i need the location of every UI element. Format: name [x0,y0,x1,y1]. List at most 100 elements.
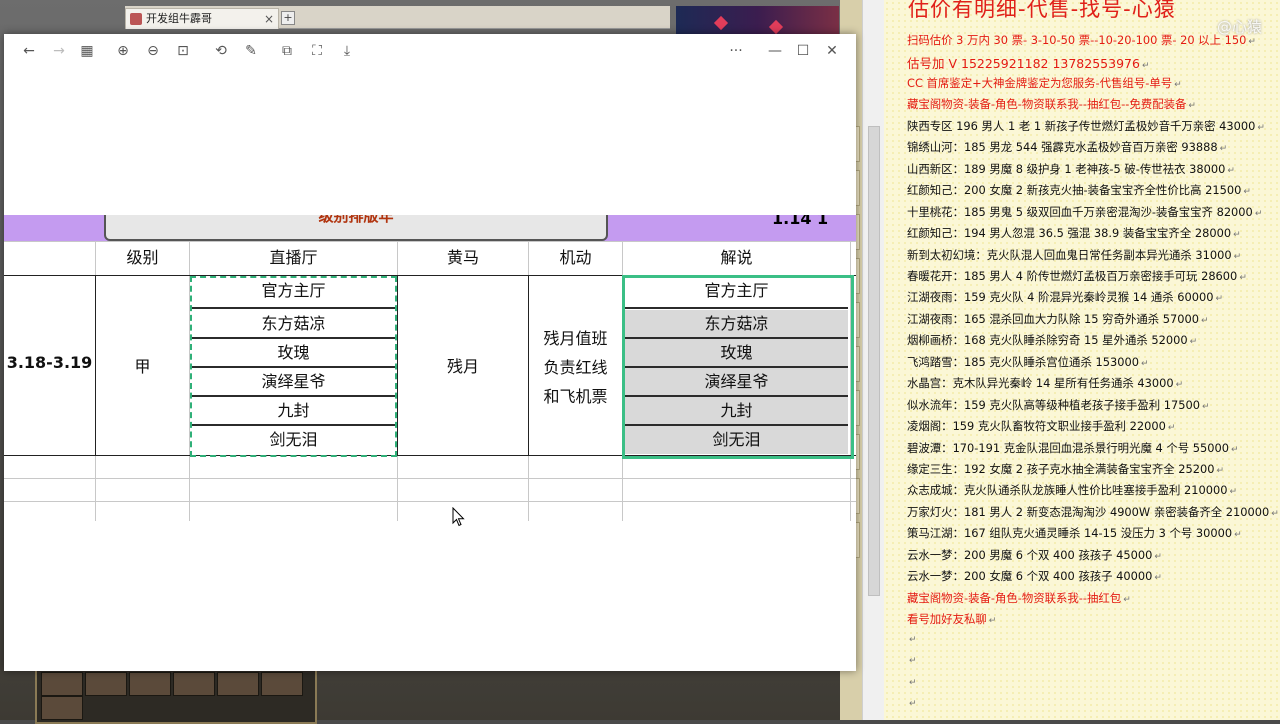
paragraph-mark-icon: ↵ [1215,294,1224,305]
save-icon[interactable]: ⤓ [338,42,356,60]
paragraph-mark-icon: ↵ [1230,444,1239,455]
note-line: 江湖夜雨：159 克火队 4 阶混异光秦岭灵猴 14 通杀 60000 ↵ [907,289,1223,305]
jidong-line: 负责红线 [543,358,608,377]
note-line: 策马江湖：167 组队克火通灵睡杀 14-15 没压力 3 个号 30000 ↵ [907,525,1242,541]
heart-icon [713,15,729,31]
note-line: 万家灯火：181 男人 2 新变态混淘淘沙 4900W 亲密装备齐全 21000… [907,504,1279,520]
new-tab-button[interactable]: + [281,11,295,25]
sheet-title: 级别排版年 [318,215,394,225]
note-line: 春暖花开：185 男人 4 阶传世燃灯孟极百万亲密接手可玩 28600 ↵ [907,268,1247,284]
note-line-text: 烟柳画桥：168 克火队睡杀除穷奇 15 星外通杀 52000 [907,333,1188,348]
grid-line [4,478,856,479]
paragraph-mark-icon: ↵ [1229,487,1238,498]
paragraph-mark-icon: ↵ [1216,466,1225,476]
note-line-text: 万家灯火：181 男人 2 新变态混淘淘沙 4900W 亲密装备齐全 21000… [907,504,1270,519]
schedule-sheet-image: 级别排版年 1.14 1 级别 直播厅 黄马 机动 解说 3.18-3.19 甲… [4,215,856,521]
edit-icon[interactable]: ✎ [242,42,260,60]
paragraph-mark-icon: ↵ [1233,230,1241,241]
app-icon [130,13,142,25]
note-line-text: 估号加 V 15225921182 13782553976 [907,56,1140,72]
back-icon[interactable]: ← [20,42,38,60]
header-level: 级别 [126,248,159,267]
close-icon[interactable]: ✕ [823,42,841,60]
paragraph-mark-icon: ↵ [1175,380,1184,391]
maximize-icon[interactable]: ☐ [794,42,812,60]
note-line-text: 碧波潭：170-191 克金队混回血混杀景行明光魔 4 个号 55000 [907,440,1229,455]
note-line: 云水一梦：200 男魔 6 个双 400 孩孩子 45000 ↵ [907,547,1162,563]
rotate-icon[interactable]: ⟲ [212,42,230,60]
note-line: 锦绣山河：185 男龙 544 强霹克水孟极妙音百万亲密 93888 ↵ [907,139,1227,155]
note-line: 看号加好友私聊 ↵ [907,611,996,627]
paragraph-mark-icon: ↵ [1201,315,1209,326]
jidong-cell: 残月值班 负责红线 和飞机票 [529,324,622,411]
viewer-toolbar: ← → ▦ ⊕ ⊖ ⊡ ⟲ ✎ ⧉ ⛶ ⤓ ··· — ☐ ✕ [4,34,856,70]
image-viewer-window: ← → ▦ ⊕ ⊖ ⊡ ⟲ ✎ ⧉ ⛶ ⤓ ··· — ☐ ✕ 级别排版年 1.… [4,34,856,671]
paragraph-mark-icon: ↵ [1271,508,1279,519]
minimize-icon[interactable]: — [766,42,784,60]
jidong-line: 残月值班 [543,329,608,348]
paragraph-mark-icon: ↵ [1154,573,1162,584]
note-line-text: 云水一梦：200 女魔 6 个双 400 孩孩子 40000 [907,569,1153,584]
inventory-slot [41,672,83,696]
close-icon[interactable]: × [264,9,274,29]
note-line: 红颜知己：200 女魔 2 新孩克火抽-装备宝宝齐全性价比高 21500 ↵ [907,182,1251,198]
paragraph-mark-icon: ↵ [1123,594,1131,605]
note-line: 水晶宫：克木队异光秦岭 14 星所有任务通杀 43000 ↵ [907,375,1183,391]
zoom-in-icon[interactable]: ⊕ [114,42,132,60]
live-hall-cell: 官方主厅 [261,281,326,300]
note-line: 山西新区：189 男魔 8 级护身 1 老神孩-5 破-传世祛衣 38000 ↵ [907,161,1235,177]
note-line: 碧波潭：170-191 克金队混回血混杀景行明光魔 4 个号 55000 ↵ [907,440,1239,456]
note-line: 藏宝阁物资-装备-角色-物资联系我--抽红包 ↵ [907,590,1131,606]
notes-panel: 估价有明细-代售-找号-心猿 @心猿 扫码估价 3 万内 30 票- 3-10-… [884,0,1280,720]
grid-icon[interactable]: ▦ [78,42,96,60]
forward-icon[interactable]: → [50,42,68,60]
note-line-text: 众志成城：克火队通杀队龙族睡人性价比哇塞接手盈利 210000 [907,483,1228,498]
level-cell: 甲 [134,357,151,376]
background-banner [676,6,839,36]
date-cell: 3.18-3.19 [6,353,93,372]
paragraph-mark-icon: ↵ [1167,423,1176,434]
paragraph-mark-icon: ↵ [1174,79,1182,90]
live-hall-cell: 玫瑰 [277,343,310,362]
paragraph-mark-icon: ↵ [1257,122,1265,133]
more-icon[interactable]: ··· [724,42,748,60]
paragraph-mark-icon: ↵ [1248,37,1256,47]
note-line: 红颜知己：194 男人忽混 36.5 强混 38.9 装备宝宝齐全 28000 ↵ [907,225,1241,241]
paragraph-mark-icon: ↵ [909,634,917,645]
sheet-corner-text: 1.14 1 [772,215,829,228]
note-line-text: 新到太初幻境：克火队混人回血鬼日常任务副本异光通杀 31000 [907,247,1232,262]
paragraph-mark-icon: ↵ [1154,551,1162,562]
jidong-line: 和飞机票 [543,387,608,406]
grid-line [192,307,395,309]
note-line-text: 红颜知己：194 男人忽混 36.5 强混 38.9 装备宝宝齐全 28000 [907,226,1232,241]
live-hall-cell: 东方菇凉 [261,314,326,333]
background-tab[interactable]: 开发组牛霹哥 × [125,8,279,29]
grid-line [4,501,856,502]
live-hall-cell: 九封 [277,401,310,420]
sheet-header-band: 级别排版年 1.14 1 [4,215,856,241]
header-jidong: 机动 [559,248,592,267]
fit-icon[interactable]: ⊡ [174,42,192,60]
crop-icon[interactable]: ⛶ [308,42,326,60]
scrollbar[interactable] [868,126,880,596]
note-line-text: 春暖花开：185 男人 4 阶传世燃灯孟极百万亲密接手可玩 28600 [907,268,1238,283]
note-line-text: 扫码估价 3 万内 30 票- 3-10-50 票--10-20-100 票- … [907,33,1247,47]
note-line: 十里桃花：185 男鬼 5 级双回血千万亲密混淘沙-装备宝宝齐 82000 ↵ [907,204,1262,220]
note-line: 烟柳画桥：168 克火队睡杀除穷奇 15 星外通杀 52000 ↵ [907,332,1197,348]
live-hall-cell: 演绎星爷 [261,372,326,391]
paragraph-mark-icon: ↵ [909,656,917,667]
schedule-table: 级别 直播厅 黄马 机动 解说 3.18-3.19 甲 残月 残月值班 负责红线… [4,241,856,521]
sheet-title-box: 级别排版年 [104,215,608,241]
note-line-text: 凌烟阁：159 克火队畜牧符文职业接手盈利 22000 [907,419,1166,434]
note-line-text: 云水一梦：200 男魔 6 个双 400 孩孩子 45000 [907,547,1153,562]
note-line-text: 十里桃花：185 男鬼 5 级双回血千万亲密混淘沙-装备宝宝齐 82000 [907,204,1253,219]
paragraph-mark-icon: ↵ [1141,61,1150,72]
note-line: 似水流年：159 克火队高等级种植老孩子接手盈利 17500 ↵ [907,397,1210,413]
live-hall-cell: 剑无泪 [269,430,318,449]
paragraph-mark-icon: ↵ [988,616,997,627]
copy-icon[interactable]: ⧉ [278,42,296,60]
paragraph-mark-icon: ↵ [1233,251,1242,262]
mouse-cursor-icon [452,507,465,527]
zoom-out-icon[interactable]: ⊖ [144,42,162,60]
huangma-cell: 残月 [446,357,479,376]
